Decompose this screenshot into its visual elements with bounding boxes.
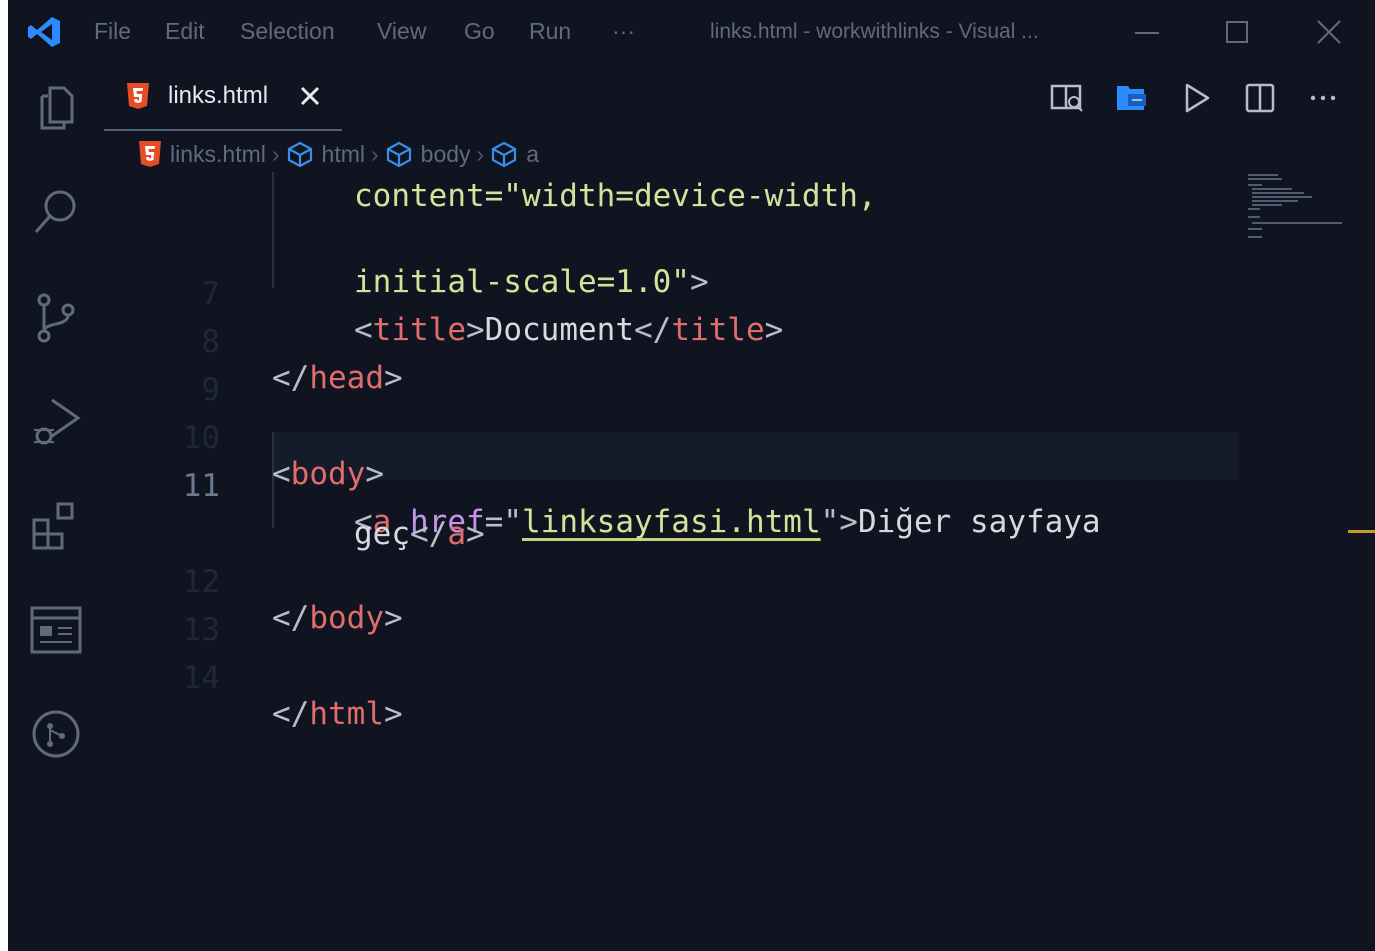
code-line[interactable]: 13 [104,576,1244,648]
vscode-logo-icon[interactable] [26,14,62,50]
code-editor[interactable]: content="width=device-width, initial-sca… [104,172,1244,951]
code-line-wrapped[interactable]: geç</a> [104,480,1244,552]
code-line-active[interactable]: 11 <a href="linksayfasi.html">Diğer sayf… [104,432,1244,540]
html5-icon [127,83,149,109]
code-line[interactable]: 8 </head> [104,288,1244,396]
menu-selection[interactable]: Selection [240,18,335,45]
open-in-browser-icon[interactable] [1114,80,1150,116]
scrollbar-marker [1348,530,1375,533]
menu-run[interactable]: Run [529,18,571,45]
git-graph-icon[interactable] [28,706,84,762]
more-actions-icon[interactable] [1305,80,1341,116]
menu-view[interactable]: View [377,18,426,45]
code-line[interactable]: 12 </body> [104,528,1244,636]
code-line[interactable]: content="width=device-width, [104,142,1244,214]
explorer-icon[interactable] [28,80,84,136]
line-number: 14 [182,660,220,696]
vscode-window: File Edit Selection View Go Run ··· link… [8,0,1375,951]
run-icon[interactable] [1178,80,1214,116]
menu-file[interactable]: File [94,18,131,45]
close-tab-icon[interactable] [296,82,324,110]
menu-edit[interactable]: Edit [165,18,205,45]
code-text: </html> [272,696,403,732]
minimap[interactable] [1248,172,1358,252]
source-control-icon[interactable] [28,290,84,346]
code-line[interactable]: 7 <title>Document</title> [104,240,1244,348]
code-line[interactable]: 10 <body> [104,384,1244,492]
menu-go[interactable]: Go [464,18,495,45]
activity-bar [8,64,104,951]
code-line[interactable]: 14 </html> [104,624,1244,732]
menu-more[interactable]: ··· [612,18,635,45]
minimize-icon[interactable] [1129,14,1165,50]
extensions-icon[interactable] [28,498,84,554]
window-title: links.html - workwithlinks - Visual ... [710,20,1039,43]
title-bar: File Edit Selection View Go Run ··· link… [8,0,1375,64]
search-icon[interactable] [28,184,84,240]
tab-label: links.html [168,82,269,109]
code-line[interactable]: initial-scale=1.0"> [104,192,1244,300]
code-line[interactable]: 9 [104,336,1244,408]
open-preview-icon[interactable] [1049,80,1085,116]
close-window-icon[interactable] [1311,14,1347,50]
run-debug-icon[interactable] [28,394,84,450]
browser-preview-icon[interactable] [28,602,84,658]
maximize-icon[interactable] [1219,14,1255,50]
tab-links-html[interactable]: links.html [104,64,342,131]
split-editor-icon[interactable] [1242,80,1278,116]
active-tab-indicator [104,129,342,131]
